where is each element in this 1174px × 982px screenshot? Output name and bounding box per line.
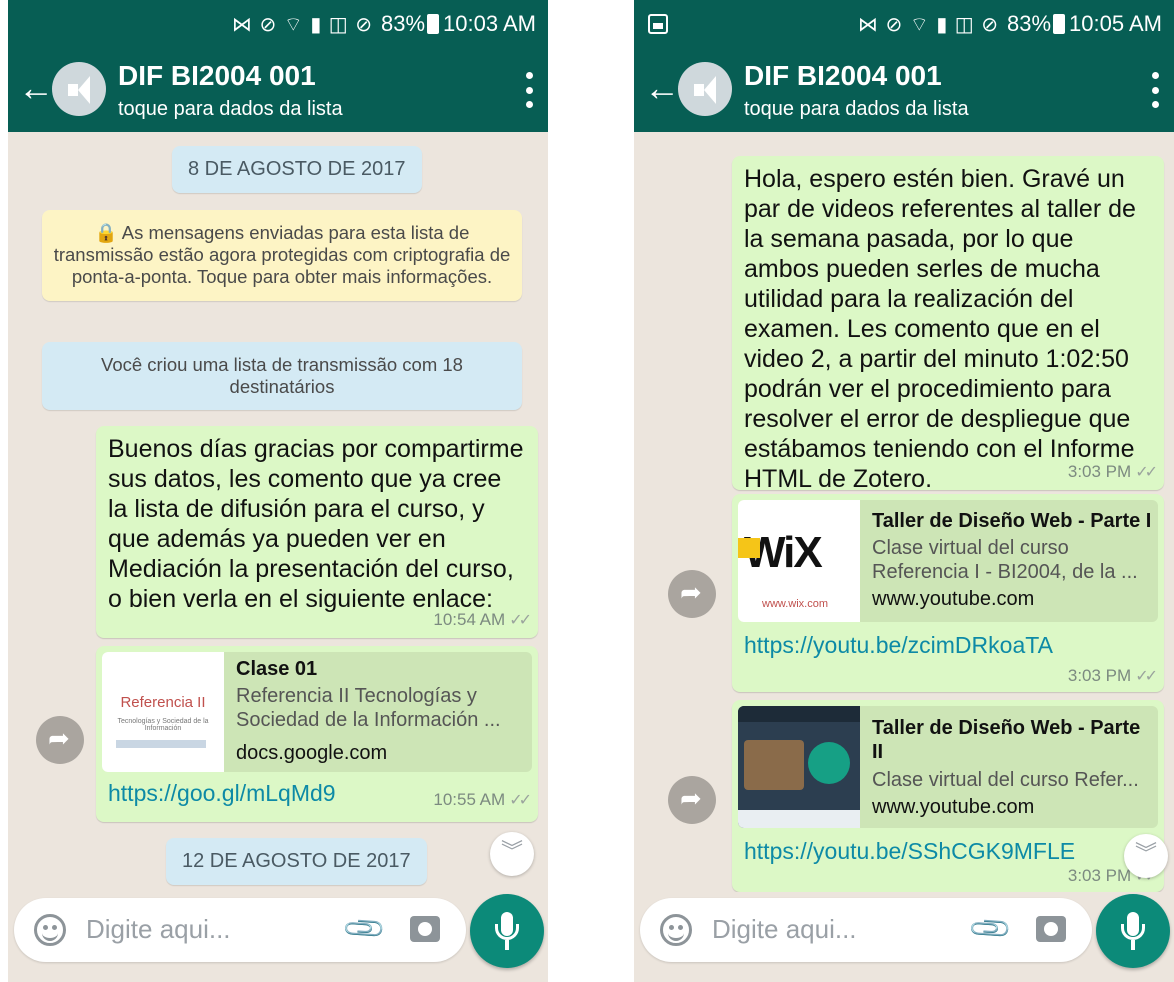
mic-icon [1131,940,1135,950]
emoji-icon[interactable] [660,914,692,946]
camera-icon[interactable] [410,916,440,942]
back-arrow-icon[interactable]: ← [644,68,680,108]
double-check-icon: ✓✓ [509,792,532,809]
chat-subtitle[interactable]: toque para dados da lista [744,98,969,121]
message-bubble-link[interactable]: Taller de Diseño Web - Parte II Clase vi… [732,700,1164,892]
back-arrow-icon[interactable]: ← [18,68,54,108]
preview-description: Referencia II Tecnologías y Sociedad de … [236,685,501,731]
attach-paperclip-icon[interactable]: 📎 [967,905,1015,953]
battery-percent: 83% [381,11,426,36]
message-input[interactable]: Digite aqui... [86,914,231,945]
chat-title[interactable]: DIF BI2004 001 [744,60,942,92]
screenshot-icon [648,14,668,34]
status-bar: ⋈ ⊘ ⌔ ▮ ◫ ⊘ 83% 10:05 AM [634,0,1174,48]
message-time: 10:55 AM [433,790,506,809]
message-composer[interactable]: Digite aqui... 📎 [640,898,1092,962]
message-text: Buenos días gracias por compartirme sus … [108,435,524,613]
message-bubble-link[interactable]: WiX www.wix.com Taller de Diseño Web - P… [732,494,1164,692]
preview-host: www.youtube.com [872,588,1035,610]
status-bar: ⋈ ⊘ ⌔ ▮ ◫ ⊘ 83% 10:03 AM [8,0,548,48]
chat-title[interactable]: DIF BI2004 001 [118,60,316,92]
more-options-icon[interactable] [1150,72,1160,108]
broadcast-avatar-icon[interactable] [52,62,106,116]
double-check-icon: ✓✓ [1135,668,1158,685]
thumbnail-subtitle: Tecnologías y Sociedad de la Información [117,718,209,732]
preview-title: Taller de Diseño Web - Parte II [872,717,1141,763]
message-meta: 3:03 PM✓✓ [1067,462,1158,482]
thumbnail-url: www.wix.com [762,598,829,610]
message-time: 3:03 PM [1067,666,1132,685]
message-bubble-link[interactable]: Referencia II Tecnologías y Sociedad de … [96,646,538,822]
preview-host: docs.google.com [236,742,388,764]
battery-icon [427,14,440,34]
message-meta: 10:55 AM ✓✓ [433,790,532,810]
camera-icon[interactable] [1036,916,1066,942]
encryption-notice[interactable]: 🔒 As mensagens enviadas para esta lista … [42,210,522,301]
preview-title: Clase 01 [236,658,318,680]
preview-thumbnail [738,706,860,828]
double-check-icon: ✓✓ [509,612,532,629]
date-divider: 8 DE AGOSTO DE 2017 [172,146,422,193]
forward-icon[interactable] [668,776,716,824]
double-check-icon: ✓✓ [1135,464,1158,481]
chat-header[interactable]: ← DIF BI2004 001 toque para dados da lis… [8,48,548,132]
message-meta: 3:03 PM✓✓ [1067,666,1158,686]
chat-screen-left: ⋈ ⊘ ⌔ ▮ ◫ ⊘ 83% 10:03 AM ← DIF BI2004 00… [8,0,548,982]
message-link[interactable]: https://youtu.be/zcimDRkoaTA [744,632,1053,659]
scroll-down-chevron-icon[interactable]: ︾ [1124,834,1168,878]
thumbnail-footer [738,810,860,828]
message-link[interactable]: https://goo.gl/mLqMd9 [108,780,336,807]
preview-thumbnail: Referencia II Tecnologías y Sociedad de … [102,652,224,772]
preview-description: Clase virtual del curso Referencia I - B… [872,537,1138,583]
preview-description: Clase virtual del curso Refer... [872,769,1139,791]
attach-paperclip-icon[interactable]: 📎 [341,905,389,953]
link-preview[interactable]: Taller de Diseño Web - Parte II Clase vi… [738,706,1158,828]
preview-thumbnail: WiX www.wix.com [738,500,860,622]
message-list[interactable]: Hola, espero estén bien. Gravé un par de… [634,132,1174,892]
message-time: 3:03 PM [1067,866,1132,885]
more-options-icon[interactable] [524,72,534,108]
clock: 10:05 AM [1069,11,1162,36]
thumbnail-books [744,740,804,790]
mic-button[interactable] [470,894,544,968]
preview-host: www.youtube.com [872,796,1035,818]
message-input[interactable]: Digite aqui... [712,914,857,945]
message-time: 3:03 PM [1067,462,1132,481]
message-bubble[interactable]: Hola, espero estén bien. Gravé un par de… [732,156,1164,493]
message-time: 10:54 AM [433,610,506,629]
thumbnail-title: Referencia II [120,694,206,711]
date-divider: 12 DE AGOSTO DE 2017 [166,838,427,885]
message-link[interactable]: https://youtu.be/SShCGK9MFLE [744,838,1075,865]
forward-icon[interactable] [668,570,716,618]
thumbnail-badge [808,742,850,784]
message-meta: 10:54 AM ✓✓ [433,610,532,630]
forward-icon[interactable] [36,716,84,764]
clock: 10:03 AM [443,11,536,36]
broadcast-avatar-icon[interactable] [678,62,732,116]
battery-icon [1053,14,1066,34]
message-bubble[interactable]: Buenos días gracias por compartirme sus … [96,426,538,638]
thumbnail-topbar [738,706,860,722]
chat-subtitle[interactable]: toque para dados da lista [118,98,343,121]
preview-title: Taller de Diseño Web - Parte I [872,510,1152,532]
emoji-icon[interactable] [34,914,66,946]
broadcast-created-notice: Você criou uma lista de transmissão com … [42,342,522,411]
status-icons: ⋈ ⊘ ⌔ ▮ ◫ ⊘ [231,13,373,36]
thumbnail-accent [738,538,760,558]
battery-percent: 83% [1007,11,1052,36]
thumbnail-logo [116,740,206,748]
chat-header[interactable]: ← DIF BI2004 001 toque para dados da lis… [634,48,1174,132]
message-composer[interactable]: Digite aqui... 📎 [14,898,466,962]
chat-screen-right: ⋈ ⊘ ⌔ ▮ ◫ ⊘ 83% 10:05 AM ← DIF BI2004 00… [634,0,1174,982]
status-icons: ⋈ ⊘ ⌔ ▮ ◫ ⊘ [857,13,999,36]
mic-icon [505,940,509,950]
link-preview[interactable]: WiX www.wix.com Taller de Diseño Web - P… [738,500,1158,622]
link-preview[interactable]: Referencia II Tecnologías y Sociedad de … [102,652,532,772]
message-list[interactable]: 8 DE AGOSTO DE 2017 🔒 As mensagens envia… [8,132,548,892]
message-text: Hola, espero estén bien. Gravé un par de… [744,165,1136,493]
scroll-down-chevron-icon[interactable]: ︾ [490,832,534,876]
mic-button[interactable] [1096,894,1170,968]
